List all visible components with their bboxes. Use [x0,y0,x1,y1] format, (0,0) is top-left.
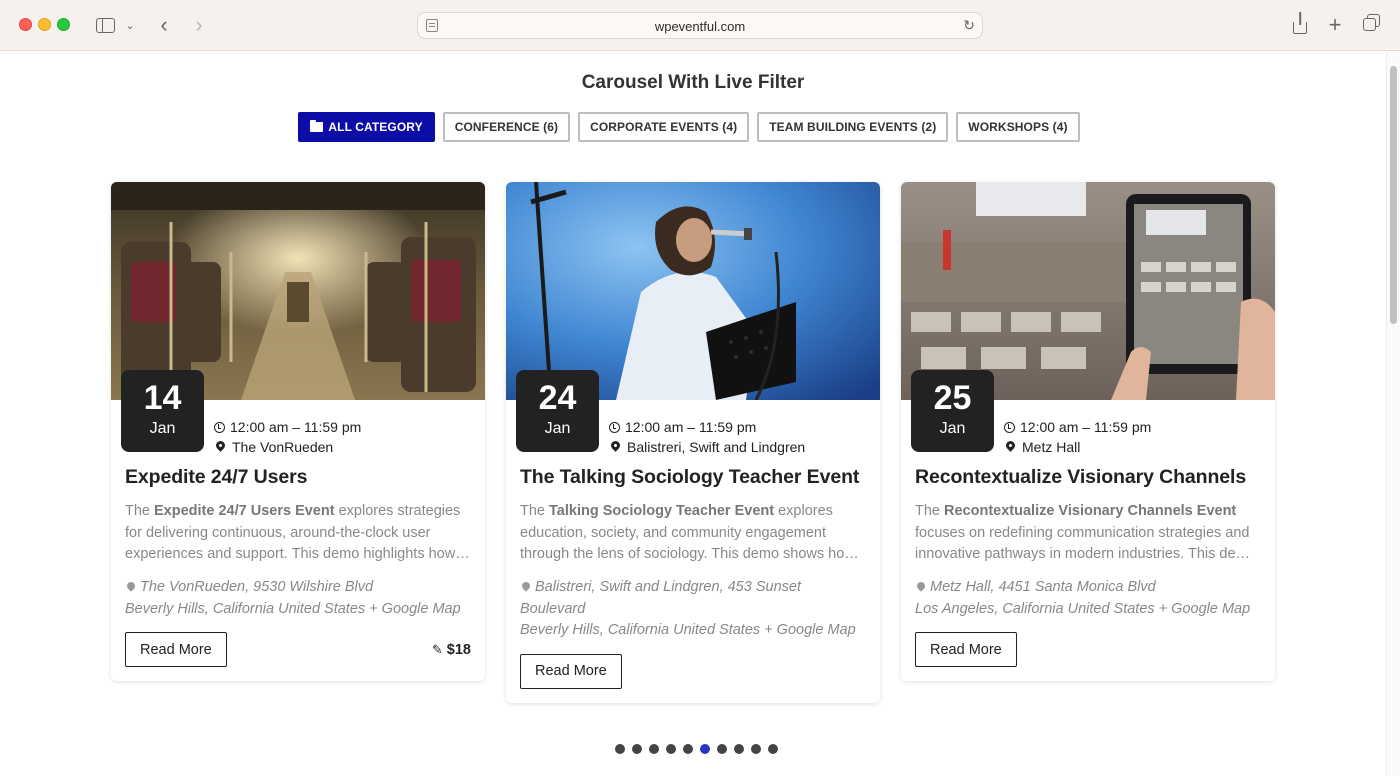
filter-team-building-events[interactable]: TEAM BUILDING EVENTS (2) [757,112,949,142]
forward-arrow-icon[interactable]: › [188,12,210,37]
event-card: 25 Jan 12:00 am – 11:59 pm Metz Hall Rec… [901,182,1275,681]
event-description: The Talking Sociology Teacher Event expl… [520,503,859,562]
map-pin-icon [125,580,137,592]
filter-workshops[interactable]: WORKSHOPS (4) [956,112,1080,142]
map-pin-icon [520,580,532,592]
clock-icon [609,421,620,433]
google-map-link[interactable]: Los Angeles, California United States + … [915,599,1261,621]
event-month: Jan [544,420,571,437]
google-map-link[interactable]: Beverly Hills, California United States … [520,620,866,642]
map-pin-icon [915,580,927,592]
page-title: Carousel With Live Filter [581,72,805,93]
filter-conference[interactable]: CONFERENCE (6) [442,112,571,142]
carousel-dot[interactable] [699,744,710,754]
filter-label: TEAM BUILDING EVENTS (2) [769,120,937,134]
tab-overview-icon[interactable] [1362,14,1382,36]
carousel-dot[interactable] [682,744,693,754]
event-meta: 12:00 am – 11:59 pm Balistreri, Swift an… [609,417,805,457]
event-venue: The VonRueden [232,439,334,455]
folder-open-icon [310,120,324,132]
event-description: The Expedite 24/7 Users Event explores s… [125,503,470,562]
map-pin-icon [1004,439,1017,452]
event-image-conference-tablet[interactable] [901,182,1275,400]
event-time: 12:00 am – 11:59 pm [625,419,757,435]
event-meta: 12:00 am – 11:59 pm Metz Hall [1004,417,1151,457]
carousel-dot[interactable] [716,744,727,754]
clock-icon [1004,421,1015,433]
share-icon[interactable] [1290,12,1310,36]
carousel-dot[interactable] [750,744,761,754]
event-day: 14 [143,379,182,417]
scrollbar-thumb[interactable] [1390,66,1397,324]
event-price: ✎ $18 [431,641,471,658]
google-map-link[interactable]: Beverly Hills, California United States … [125,599,471,621]
event-title[interactable]: Expedite 24/7 Users [125,466,471,489]
read-more-button[interactable]: Read More [125,632,227,667]
event-address: Balistreri, Swift and Lindgren, 453 Suns… [520,577,866,642]
address-bar[interactable]: wpeventful.com ↻ [417,12,983,39]
carousel-dot[interactable] [767,744,778,754]
url-text: wpeventful.com [654,19,746,34]
event-time: 12:00 am – 11:59 pm [230,419,362,435]
read-more-button[interactable]: Read More [520,653,622,689]
event-venue: Metz Hall [1022,439,1081,455]
carousel-dot[interactable] [614,744,625,754]
event-day: 24 [538,379,577,417]
sidebar-toggle-icon[interactable] [94,14,116,36]
event-card: 24 Jan 12:00 am – 11:59 pm Balistreri, S… [506,182,880,703]
chevron-down-icon[interactable]: ⌄ [123,14,137,36]
filter-label: CONFERENCE (6) [454,120,559,134]
map-pin-icon [609,439,622,452]
clock-icon [214,421,225,433]
carousel-pagination [0,744,1386,754]
event-image-singer[interactable] [506,182,880,400]
minimize-window-button[interactable] [38,18,51,31]
event-image-bus-interior[interactable] [111,182,485,400]
event-date-badge: 25 Jan [911,370,994,452]
event-venue: Balistreri, Swift and Lindgren [627,439,806,455]
filter-all-category[interactable]: ALL CATEGORY [298,112,435,142]
event-month: Jan [149,420,176,437]
zoom-window-button[interactable] [57,18,70,31]
reload-icon[interactable]: ↻ [963,17,975,34]
event-month: Jan [939,420,966,437]
new-tab-icon[interactable]: + [1325,12,1345,37]
event-meta: 12:00 am – 11:59 pm The VonRueden [214,417,361,457]
event-address: The VonRueden, 9530 Wilshire Blvd Beverl… [125,577,471,620]
carousel-dot[interactable] [648,744,659,754]
map-pin-icon [214,439,227,452]
read-more-button[interactable]: Read More [915,632,1017,667]
filter-label: CORPORATE EVENTS (4) [590,120,738,134]
event-time: 12:00 am – 11:59 pm [1020,419,1152,435]
event-day: 25 [933,379,972,417]
carousel-dot[interactable] [665,744,676,754]
browser-toolbar: ⌄ ‹ › wpeventful.com ↻ + [0,0,1400,51]
filter-corporate-events[interactable]: CORPORATE EVENTS (4) [578,112,750,142]
event-title[interactable]: The Talking Sociology Teacher Event [520,466,866,489]
event-date-badge: 14 Jan [121,370,204,452]
ticket-icon: ✎ [431,641,443,657]
event-title[interactable]: Recontextualize Visionary Channels [915,466,1261,489]
event-date-badge: 24 Jan [516,370,599,452]
page-scrollbar[interactable] [1386,52,1400,776]
event-card: 14 Jan 12:00 am – 11:59 pm The VonRueden… [111,182,485,681]
category-filter-bar: ALL CATEGORY CONFERENCE (6) CORPORATE EV… [0,112,1386,142]
event-description: The Recontextualize Visionary Channels E… [915,503,1251,562]
close-window-button[interactable] [19,18,32,31]
filter-label: WORKSHOPS (4) [968,120,1068,134]
back-arrow-icon[interactable]: ‹ [153,12,175,37]
carousel-dot[interactable] [733,744,744,754]
carousel-dot[interactable] [631,744,642,754]
filter-label: ALL CATEGORY [328,120,423,134]
event-address: Metz Hall, 4451 Santa Monica Blvd Los An… [915,577,1261,620]
